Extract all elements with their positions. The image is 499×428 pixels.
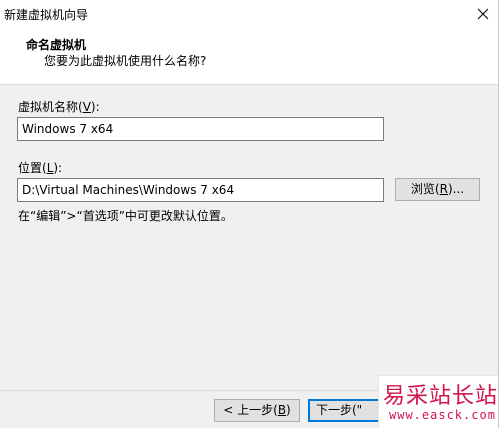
new-vm-wizard-window: 新建虚拟机向导 命名虚拟机 您要为此虚拟机使用什么名称? 虚拟机名称(V): W… <box>0 0 499 428</box>
wizard-body: 虚拟机名称(V): Windows 7 x64 位置(L): D:\Virtua… <box>0 85 499 390</box>
vm-name-input[interactable]: Windows 7 x64 <box>17 117 384 141</box>
back-button[interactable]: < 上一步(B) <box>214 399 300 422</box>
page-subtitle: 您要为此虚拟机使用什么名称? <box>44 54 207 68</box>
browse-button[interactable]: 浏览(R)... <box>395 178 480 201</box>
location-label: 位置(L): <box>18 161 63 175</box>
title-bar: 新建虚拟机向导 <box>0 0 499 28</box>
watermark-brand: 易采站长站 <box>383 384 499 409</box>
default-location-hint: 在“编辑”>“首选项”中可更改默认位置。 <box>18 209 233 223</box>
location-input[interactable]: D:\Virtual Machines\Windows 7 x64 <box>17 178 384 202</box>
site-watermark: 易采站长站 www.easck.com <box>378 375 499 428</box>
watermark-url: www.easck.com <box>389 408 496 422</box>
window-title: 新建虚拟机向导 <box>4 8 89 22</box>
page-title: 命名虚拟机 <box>26 38 87 52</box>
vm-name-label: 虚拟机名称(V): <box>18 100 100 114</box>
wizard-header: 命名虚拟机 您要为此虚拟机使用什么名称? <box>0 28 499 85</box>
close-icon[interactable] <box>471 4 495 24</box>
vm-name-accesskey: V <box>82 100 91 114</box>
